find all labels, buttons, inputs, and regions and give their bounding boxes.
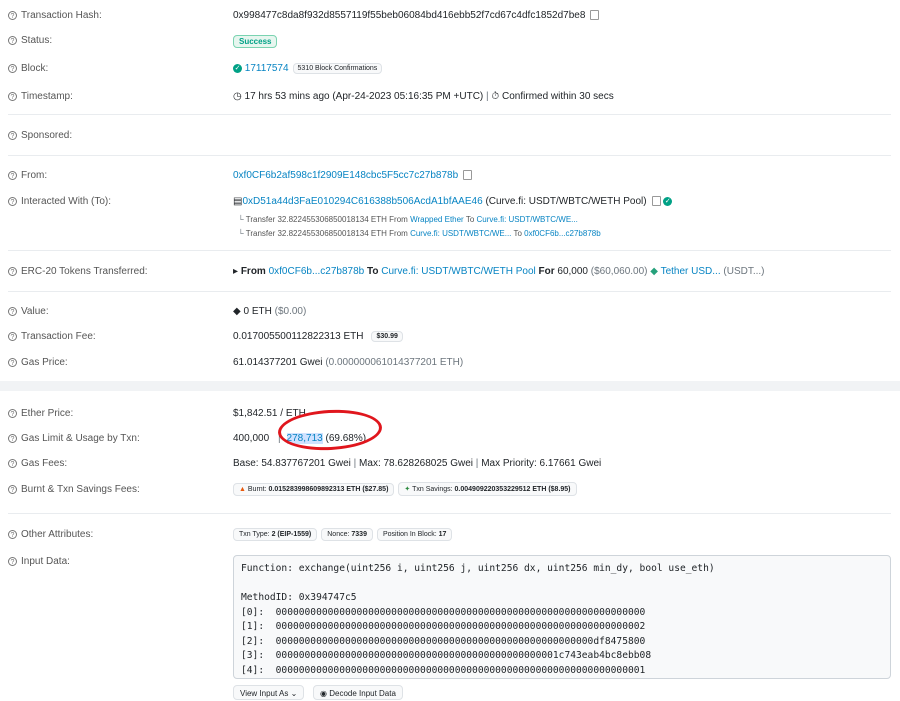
question-icon: ? — [8, 485, 17, 494]
copy-icon[interactable] — [463, 170, 473, 181]
divider — [8, 513, 891, 514]
divider — [8, 155, 891, 156]
label-from: ? From: — [8, 170, 47, 181]
gas-price-value: 61.014377201 Gwei (0.000000061014377201 … — [233, 357, 464, 368]
question-icon: ? — [8, 409, 17, 418]
question-icon: ? — [8, 557, 17, 566]
question-icon: ? — [8, 307, 17, 316]
label-transaction-fee: ? Transaction Fee: — [8, 331, 96, 342]
savings-icon: ✦ — [404, 486, 411, 493]
label-erc20: ? ERC-20 Tokens Transferred: — [8, 266, 148, 277]
divider — [8, 250, 891, 251]
copy-icon[interactable] — [590, 10, 600, 21]
position-badge: Position In Block: 17 — [376, 528, 453, 541]
copy-icon[interactable] — [651, 196, 661, 207]
label-value: ? Value: — [8, 306, 49, 317]
input-data-box[interactable]: Function: exchange(uint256 i, uint256 j,… — [233, 555, 891, 679]
chevron-down-icon: ⌄ — [290, 689, 298, 698]
label-gas-limit: ? Gas Limit & Usage by Txn: — [8, 433, 140, 444]
question-icon: ? — [8, 11, 17, 20]
nonce-badge: Nonce: 7339 — [321, 528, 373, 541]
internal-transfer-1: └ Transfer 32.822455306850018134 ETH Fro… — [238, 215, 578, 224]
label-burnt-fees: ? Burnt & Txn Savings Fees: — [8, 484, 140, 495]
arrow-right-icon: ▸ — [233, 266, 239, 277]
savings-badge: ✦ Txn Savings: 0.004909220353229512 ETH … — [398, 482, 577, 496]
burnt-fees-value: ▲ Burnt: 0.015283998609892313 ETH ($27.8… — [229, 482, 577, 496]
transaction-fee-value: 0.017005500112822313 ETH $30.99 — [233, 331, 403, 342]
label-ether-price: ? Ether Price: — [8, 408, 73, 419]
contract-address-link[interactable]: 0xD51a44d3FaE010294C616388b506AcdA1bfAAE… — [242, 196, 482, 207]
value-value: ◆ 0 ETH ($0.00) — [233, 306, 307, 317]
erc20-transfer-value: ▸ From 0xf0CF6b...c27b878b To Curve.fi: … — [233, 266, 765, 277]
question-icon: ? — [8, 459, 17, 468]
interacted-with-value: ▤0xD51a44d3FaE010294C616388b506AcdA1bfAA… — [233, 196, 673, 207]
question-icon: ? — [8, 358, 17, 367]
label-other-attributes: ? Other Attributes: — [8, 529, 93, 540]
label-sponsored: ? Sponsored: — [8, 130, 72, 141]
gas-fees-value: Base: 54.837767201 Gwei | Max: 78.628268… — [233, 458, 602, 469]
question-icon: ? — [8, 64, 17, 73]
divider — [8, 291, 891, 292]
clock-icon: ◷ — [233, 91, 242, 102]
fee-usd-badge: $30.99 — [371, 331, 403, 342]
question-icon: ? — [8, 197, 17, 206]
transaction-hash-value: 0x998477c8da8f932d8557119f55beb06084bd41… — [233, 10, 600, 21]
label-gas-fees: ? Gas Fees: — [8, 458, 67, 469]
label-gas-price: ? Gas Price: — [8, 357, 68, 368]
question-icon: ? — [8, 530, 17, 539]
decode-icon: ◉ — [320, 689, 327, 698]
txn-type-badge: Txn Type: 2 (EIP-1559) — [233, 528, 318, 541]
question-icon: ? — [8, 92, 17, 101]
internal-transfer-2: └ Transfer 32.822455306850018134 ETH Fro… — [238, 229, 601, 238]
from-value: 0xf0CF6b2af598c1f2909E148cbc5F5cc7c27b87… — [233, 170, 473, 181]
question-icon: ? — [8, 434, 17, 443]
verified-icon: ✓ — [663, 196, 673, 206]
ethereum-icon: ◆ — [233, 306, 241, 317]
stopwatch-icon: ⏱ — [491, 91, 500, 102]
decode-input-data-button[interactable]: ◉ Decode Input Data — [313, 685, 403, 700]
question-icon: ? — [8, 267, 17, 276]
label-transaction-hash: ? Transaction Hash: — [8, 10, 102, 21]
check-circle-icon: ✓ — [233, 64, 242, 73]
label-timestamp: ? Timestamp: — [8, 91, 73, 102]
label-interacted-with: ? Interacted With (To): — [8, 196, 111, 207]
block-value: ✓ 17117574 5310 Block Confirmations — [233, 63, 383, 74]
label-input-data: ? Input Data: — [8, 556, 70, 567]
block-number-link[interactable]: 17117574 — [245, 63, 289, 74]
fire-icon: ▲ — [239, 485, 246, 493]
view-input-as-button[interactable]: View Input As ⌄ — [233, 685, 305, 700]
from-address-link[interactable]: 0xf0CF6b2af598c1f2909E148cbc5F5cc7c27b87… — [233, 170, 458, 181]
section-divider — [0, 381, 900, 391]
question-icon: ? — [8, 171, 17, 180]
question-icon: ? — [8, 131, 17, 140]
label-status: ? Status: — [8, 35, 52, 46]
block-confirmations-badge: 5310 Block Confirmations — [292, 63, 383, 74]
label-block: ? Block: — [8, 63, 48, 74]
question-icon: ? — [8, 332, 17, 341]
timestamp-value: ◷ 17 hrs 53 mins ago (Apr-24-2023 05:16:… — [233, 91, 614, 102]
status-value: Success — [233, 35, 278, 48]
divider — [8, 114, 891, 115]
status-badge: Success — [233, 35, 278, 48]
tether-icon: ◆ — [650, 266, 658, 277]
burnt-badge: ▲ Burnt: 0.015283998609892313 ETH ($27.8… — [233, 482, 395, 496]
question-icon: ? — [8, 36, 17, 45]
other-attributes-value: Txn Type: 2 (EIP-1559) Nonce: 7339 Positio… — [229, 528, 453, 541]
